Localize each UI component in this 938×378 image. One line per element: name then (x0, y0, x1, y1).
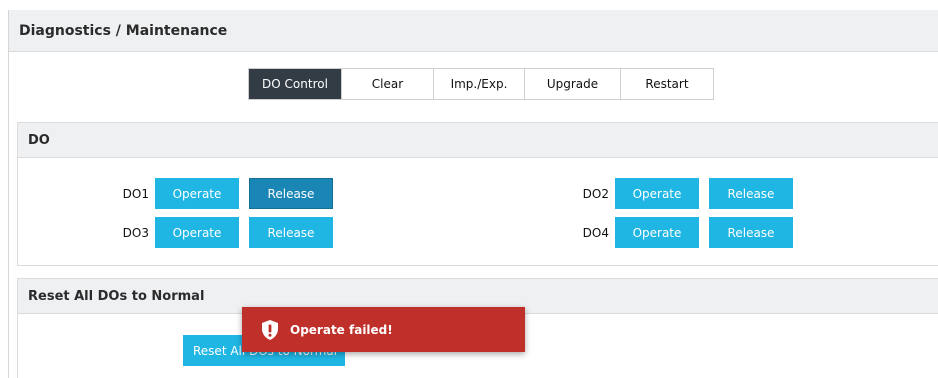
do3-operate-button[interactable]: Operate (155, 217, 239, 248)
do4-label: DO4 (582, 225, 609, 240)
do-panel-title: DO (18, 123, 938, 158)
page-title: Diagnostics / Maintenance (9, 10, 938, 52)
shield-alert-icon (260, 319, 280, 341)
do-panel: DO DO1 Operate Release DO2 Operate Relea… (17, 122, 938, 266)
do4-operate-button[interactable]: Operate (615, 217, 699, 248)
do1-release-button[interactable]: Release (249, 178, 333, 209)
do3-label: DO3 (122, 225, 149, 240)
tab-bar: DO Control Clear Imp./Exp. Upgrade Resta… (248, 68, 714, 100)
do1-label: DO1 (122, 186, 149, 201)
tab-upgrade[interactable]: Upgrade (525, 69, 621, 99)
do3-row: DO3 Operate Release (121, 217, 333, 248)
do1-operate-button[interactable]: Operate (155, 178, 239, 209)
do2-row: DO2 Operate Release (581, 178, 793, 209)
do3-release-button[interactable]: Release (249, 217, 333, 248)
do4-row: DO4 Operate Release (581, 217, 793, 248)
tab-imp-exp[interactable]: Imp./Exp. (434, 69, 525, 99)
error-toast: Operate failed! (242, 307, 525, 352)
tab-do-control[interactable]: DO Control (249, 69, 342, 99)
do4-release-button[interactable]: Release (709, 217, 793, 248)
toast-message: Operate failed! (290, 322, 393, 337)
tab-clear[interactable]: Clear (342, 69, 434, 99)
do1-row: DO1 Operate Release (121, 178, 333, 209)
do2-release-button[interactable]: Release (709, 178, 793, 209)
tab-restart[interactable]: Restart (621, 69, 713, 99)
do2-operate-button[interactable]: Operate (615, 178, 699, 209)
do2-label: DO2 (582, 186, 609, 201)
